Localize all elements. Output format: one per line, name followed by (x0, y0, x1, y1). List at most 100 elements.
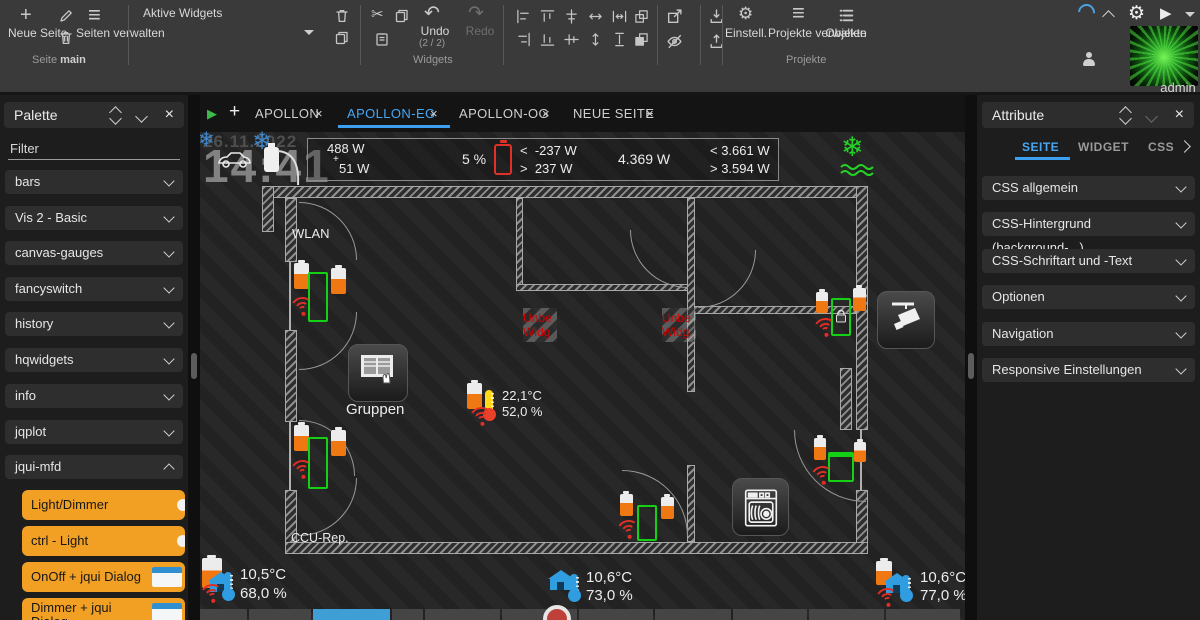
battery-sensor-icon[interactable] (294, 263, 309, 289)
palette-group-hqwidgets[interactable]: hqwidgets (5, 348, 183, 372)
tab-apollon-og-close-icon[interactable]: × (542, 106, 550, 121)
tab-apollon-eg-close-icon[interactable]: × (430, 106, 438, 121)
objects-button[interactable]: Objekte (822, 26, 870, 40)
settings-button[interactable]: Einstell. (722, 26, 770, 40)
tab-apollon-close-icon[interactable]: × (315, 106, 323, 121)
paste-icon[interactable] (374, 31, 390, 47)
run-options-caret-icon[interactable] (1185, 12, 1195, 17)
palette-group-fancyswitch[interactable]: fancyswitch (5, 277, 183, 301)
battery-sensor-icon[interactable] (294, 425, 309, 451)
battery-sensor-icon[interactable] (331, 268, 346, 294)
attr-section-responsive[interactable]: Responsive Einstellungen (982, 358, 1195, 382)
align-vertical-center-button[interactable] (564, 9, 579, 24)
camera-button[interactable] (877, 291, 935, 349)
runtime-settings-gear-icon[interactable]: ⚙ (1128, 2, 1145, 25)
left-splitter[interactable] (188, 95, 200, 620)
distribute-horizontal-button[interactable] (588, 9, 603, 24)
attr-section-navigation[interactable]: Navigation (982, 322, 1195, 346)
active-widgets-caret-icon[interactable] (304, 30, 314, 35)
collapse-toolbar-icon[interactable] (1102, 10, 1115, 23)
add-view-icon[interactable]: + (229, 101, 240, 123)
attr-tab-css[interactable]: CSS (1148, 140, 1174, 154)
right-splitter[interactable] (965, 95, 977, 620)
tabs-scroll-right-icon[interactable] (1178, 140, 1191, 153)
align-bottom-button[interactable] (540, 32, 555, 47)
manage-pages-icon[interactable]: ≡ (88, 2, 101, 28)
manage-projects-button[interactable]: Projekte verwalten (768, 26, 830, 40)
palette-group-info[interactable]: info (5, 384, 183, 408)
right-splitter-handle[interactable] (968, 353, 974, 379)
widget-preview (152, 603, 182, 620)
eye-off-icon[interactable] (666, 33, 683, 50)
align-top-button[interactable] (540, 9, 555, 24)
unknown-widget[interactable]: UnbeWidg (523, 308, 557, 342)
tab-apollon-og[interactable]: APOLLON-OG (459, 106, 549, 121)
palette-group-jqplot[interactable]: jqplot (5, 420, 183, 444)
palette-group-jqui-mfd[interactable]: jqui-mfd (5, 455, 183, 479)
objects-list-icon[interactable] (838, 7, 855, 24)
grid-total-value: 4.369 W (618, 151, 670, 167)
palette-group-canvas-gauges[interactable]: canvas-gauges (5, 241, 183, 265)
same-width-button[interactable] (612, 9, 627, 24)
distribute-vertical-button[interactable] (588, 32, 603, 47)
send-to-back-button[interactable] (634, 32, 649, 47)
active-nav-segment[interactable] (313, 609, 390, 620)
attr-tab-seite[interactable]: SEITE (1022, 140, 1059, 154)
attr-section-optionen[interactable]: Optionen (982, 285, 1195, 309)
align-right-button[interactable] (516, 32, 531, 47)
frost-icon[interactable]: ❄ (841, 132, 864, 163)
widget-ctrl-light[interactable]: ctrl - Light (22, 526, 185, 556)
clone-widget-icon[interactable] (333, 30, 349, 46)
wifi-signal-icon (466, 405, 496, 430)
tab-neue-seite[interactable]: NEUE SEITE (573, 106, 654, 121)
run-view-icon[interactable]: ▶ (207, 106, 217, 122)
bring-to-front-button[interactable] (634, 9, 649, 24)
delete-page-icon[interactable] (58, 30, 74, 46)
widget-onoff-jqui-dialog[interactable]: OnOff + jqui Dialog (22, 562, 185, 592)
avatar[interactable] (1130, 26, 1198, 86)
tab-neue-seite-close-icon[interactable]: × (646, 106, 654, 121)
run-project-icon[interactable]: ▶ (1160, 4, 1172, 22)
attr-section-css-schriftart[interactable]: CSS-Schriftart und -Text (982, 249, 1195, 273)
manage-projects-icon[interactable]: ≡ (792, 0, 805, 26)
palette-group-bars[interactable]: bars (5, 170, 183, 194)
open-in-new-icon[interactable] (666, 8, 683, 25)
tab-apollon-eg[interactable]: APOLLON-EG (347, 106, 436, 121)
divider (700, 5, 701, 65)
align-left-button[interactable] (516, 9, 531, 24)
same-height-button[interactable] (612, 32, 627, 47)
close-attributes-icon[interactable]: × (1175, 102, 1184, 128)
copy-icon[interactable] (393, 8, 409, 24)
widget-dimmer-jqui-dialog[interactable]: Dimmer + jqui Dialog (22, 598, 185, 620)
charger-plug-icon (262, 141, 308, 187)
add-page-icon[interactable]: + (20, 4, 32, 27)
dishwasher-button[interactable] (732, 478, 789, 536)
tab-apollon[interactable]: APOLLON (255, 106, 319, 121)
edit-page-icon[interactable] (58, 8, 74, 24)
new-page-button[interactable]: Neue Seite (8, 26, 50, 40)
palette-group-history[interactable]: history (5, 312, 183, 336)
unknown-widget[interactable]: UnbeWidg (662, 308, 696, 342)
undo-icon[interactable]: ↶ (424, 2, 440, 25)
left-splitter-handle[interactable] (191, 353, 197, 379)
manage-pages-button[interactable]: Seiten verwalten (76, 26, 128, 40)
delete-widget-icon[interactable] (334, 8, 350, 24)
cut-icon[interactable]: ✂ (371, 5, 384, 23)
settings-gear-icon[interactable]: ⚙ (738, 4, 753, 24)
collapse-panel-icon[interactable] (135, 110, 148, 123)
view-canvas[interactable]: ▶ + APOLLON × APOLLON-EG × APOLLON-OG × … (200, 95, 965, 620)
widget-light-dimmer[interactable]: Light/Dimmer (22, 490, 185, 520)
battery-sensor-icon[interactable] (331, 430, 346, 456)
security-camera-icon (884, 298, 928, 342)
align-horizontal-center-button[interactable] (564, 32, 579, 47)
attr-section-css-allgemein[interactable]: CSS allgemein (982, 176, 1195, 200)
undo-button[interactable]: Undo (416, 24, 454, 38)
attr-tab-widget[interactable]: WIDGET (1078, 140, 1129, 154)
attr-section-css-hintergrund[interactable]: CSS-Hintergrund (background-...) (982, 212, 1195, 236)
attributes-title: Attribute (992, 107, 1044, 123)
gruppen-button[interactable] (348, 344, 408, 402)
blinds-window-icon (359, 353, 399, 393)
palette-filter-input[interactable]: Filter (10, 141, 39, 156)
palette-group-vis2-basic[interactable]: Vis 2 - Basic (5, 206, 183, 230)
close-palette-icon[interactable]: × (165, 102, 174, 128)
